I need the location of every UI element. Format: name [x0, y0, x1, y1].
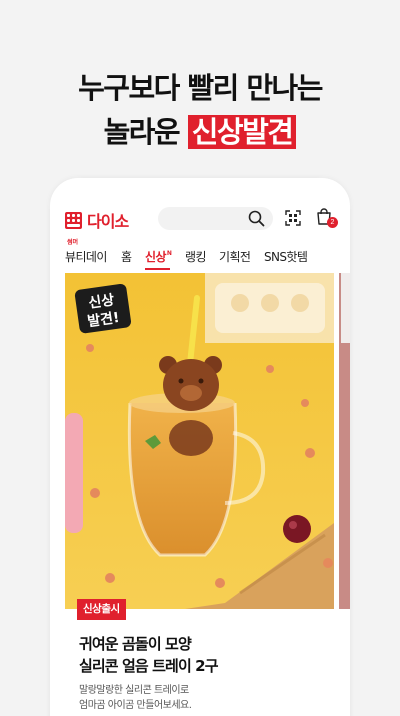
search-icon[interactable]	[248, 210, 265, 227]
headline-highlight: 신상발견	[187, 115, 297, 149]
headline-prefix: 놀라운	[103, 115, 188, 149]
tab-new[interactable]: 신상N	[145, 248, 172, 265]
product-photo-illustration: 신상 발견!	[65, 273, 334, 609]
product-title-line-2: 실리콘 얼음 트레이 2구	[79, 657, 219, 675]
new-release-tag: 신상출시	[77, 599, 126, 620]
tab-promotions[interactable]: 기획전	[219, 248, 251, 265]
app-header: 다이소 2	[50, 204, 350, 234]
tab-new-marker: N	[166, 250, 172, 257]
tab-new-label: 신상	[145, 250, 166, 264]
tab-home[interactable]: 홈	[121, 248, 132, 265]
tab-ranking[interactable]: 랭킹	[185, 248, 206, 265]
product-title[interactable]: 귀여운 곰돌이 모양 실리콘 얼음 트레이 2구	[79, 633, 219, 677]
headline-line-2: 놀라운 신상발견	[0, 112, 400, 152]
product-image[interactable]: 신상 발견!	[65, 273, 334, 609]
active-tab-indicator	[145, 268, 170, 270]
phone-mockup: 다이소 2 썸머 뷰티데이 홈 신상N 랭킹 기획전 SNS핫템 신상 발견! …	[50, 178, 350, 716]
product-desc-line-2: 엄마곰 아이곰 만들어보세요.	[79, 700, 192, 711]
cart-count-badge: 2	[327, 217, 338, 228]
product-desc-line-1: 말랑말랑한 실리콘 트레이로	[79, 685, 189, 696]
daiso-logo[interactable]: 다이소	[65, 208, 129, 232]
product-title-line-1: 귀여운 곰돌이 모양	[79, 635, 192, 653]
daiso-logo-mark	[65, 211, 82, 229]
tab-sns-hot[interactable]: SNS핫템	[264, 248, 308, 265]
tab-hint-summer: 썸머	[67, 239, 79, 246]
category-tabs: 썸머 뷰티데이 홈 신상N 랭킹 기획전 SNS핫템	[50, 236, 350, 270]
qr-scan-icon[interactable]	[285, 210, 301, 226]
product-description: 말랑말랑한 실리콘 트레이로 엄마곰 아이곰 만들어보세요.	[79, 683, 192, 713]
search-input[interactable]	[158, 207, 273, 230]
logo-text: 다이소	[87, 212, 129, 231]
next-card-peek-top	[341, 273, 350, 343]
headline-line-1: 누구보다 빨리 만나는	[78, 71, 323, 105]
promo-headline: 누구보다 빨리 만나는 놀라운 신상발견	[0, 68, 400, 152]
tab-beauty-day[interactable]: 뷰티데이	[65, 248, 107, 265]
